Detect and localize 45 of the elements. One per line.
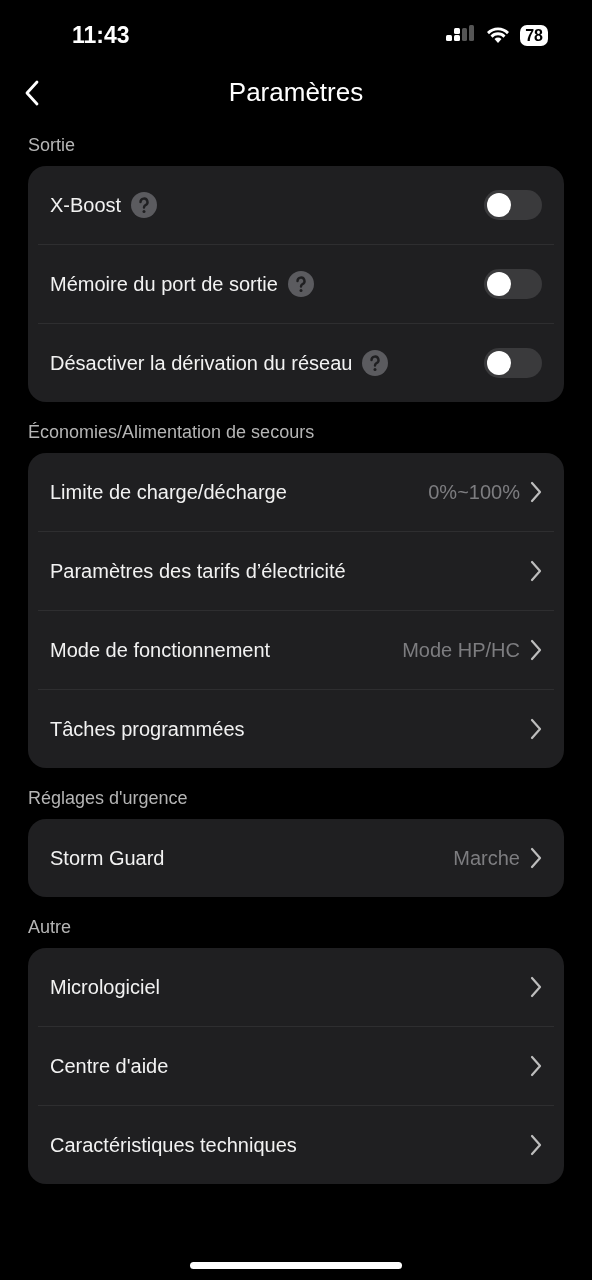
status-time: 11:43 xyxy=(72,21,130,49)
chevron-right-icon xyxy=(530,560,542,582)
toggle-switch[interactable] xyxy=(484,348,542,378)
settings-row[interactable]: Paramètres des tarifs d’électricité xyxy=(38,532,554,611)
setting-label: Mode de fonctionnement xyxy=(50,638,271,662)
setting-label: Limite de charge/décharge xyxy=(50,480,287,504)
section-title: Sortie xyxy=(27,134,77,157)
battery-indicator: 78 xyxy=(520,24,548,46)
page-title: Paramètres xyxy=(228,77,364,108)
setting-label: X-Boost xyxy=(50,193,122,217)
setting-label: Micrologiciel xyxy=(50,975,161,999)
help-icon[interactable] xyxy=(131,192,158,218)
settings-row[interactable]: Micrologiciel xyxy=(38,948,554,1027)
back-button[interactable] xyxy=(24,80,40,106)
setting-value: 0%~100% xyxy=(428,480,520,504)
chevron-right-icon xyxy=(530,1055,542,1077)
wifi-icon xyxy=(486,26,511,44)
setting-label: Storm Guard xyxy=(50,846,165,870)
settings-row[interactable]: Centre d'aide xyxy=(38,1027,554,1106)
settings-row[interactable]: Mode de fonctionnement Mode HP/HC xyxy=(38,611,554,690)
section-title: Réglages d'urgence xyxy=(27,787,189,810)
setting-label: Désactiver la dérivation du réseau xyxy=(50,351,353,375)
setting-label: Tâches programmées xyxy=(50,717,245,741)
settings-row[interactable]: Limite de charge/décharge 0%~100% xyxy=(38,453,554,532)
help-icon[interactable] xyxy=(362,350,389,376)
chevron-right-icon xyxy=(530,718,542,740)
section-title: Économies/Alimentation de secours xyxy=(27,421,316,444)
toggle-switch[interactable] xyxy=(484,269,542,299)
setting-label: Caractéristiques techniques xyxy=(50,1133,297,1157)
section-title: Autre xyxy=(27,916,73,939)
settings-row[interactable]: Caractéristiques techniques xyxy=(38,1106,554,1184)
setting-label: Paramètres des tarifs d’électricité xyxy=(50,559,346,583)
chevron-right-icon xyxy=(530,481,542,503)
setting-label: Centre d'aide xyxy=(50,1054,169,1078)
settings-row[interactable]: Storm Guard Marche xyxy=(38,819,554,897)
chevron-right-icon xyxy=(530,639,542,661)
chevron-right-icon xyxy=(530,976,542,998)
chevron-right-icon xyxy=(530,847,542,869)
chevron-right-icon xyxy=(530,1134,542,1156)
setting-value: Mode HP/HC xyxy=(402,638,520,662)
setting-value: Marche xyxy=(453,846,520,870)
setting-label: Mémoire du port de sortie xyxy=(50,272,278,296)
toggle-switch[interactable] xyxy=(484,190,542,220)
help-icon[interactable] xyxy=(287,271,314,297)
settings-row[interactable]: Tâches programmées xyxy=(38,690,554,768)
